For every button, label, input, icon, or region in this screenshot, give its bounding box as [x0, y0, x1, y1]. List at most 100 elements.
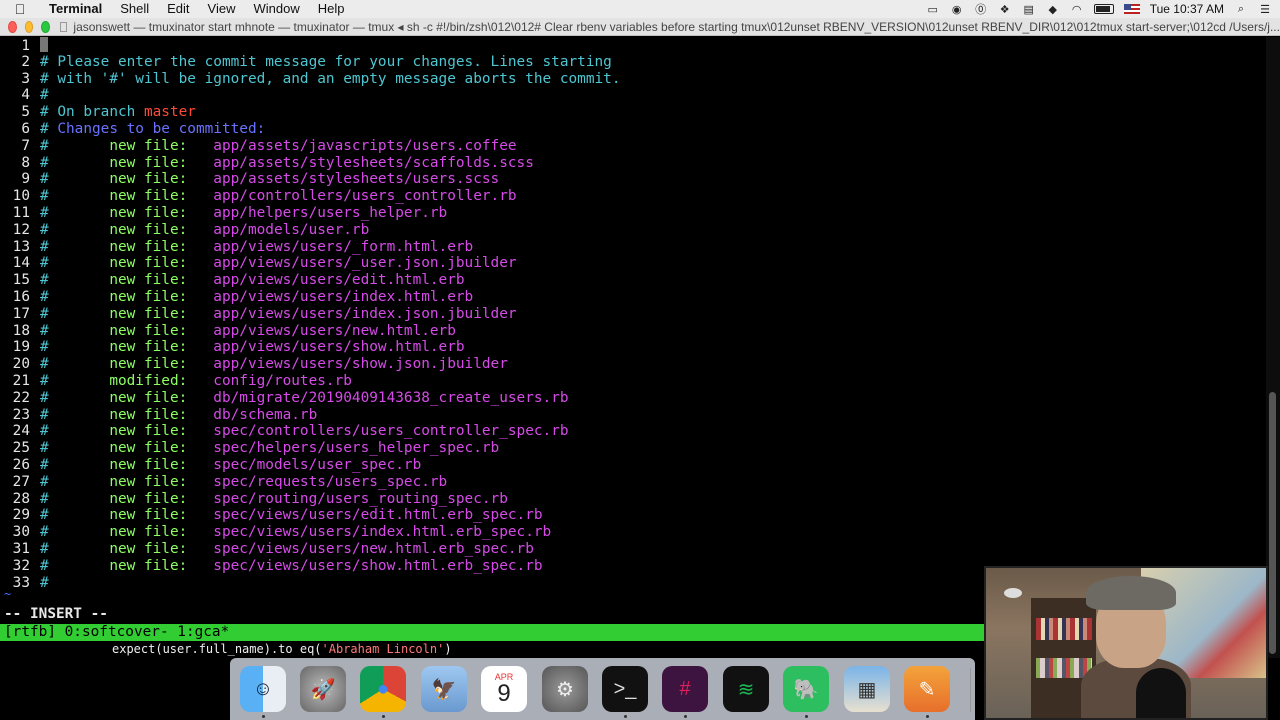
buffer-line[interactable]: 23 # new file: db/schema.rb	[0, 406, 318, 424]
buffer-line[interactable]: 1	[0, 37, 48, 54]
file-path: app/models/user.rb	[213, 221, 370, 238]
comment-marker: #	[40, 70, 49, 87]
calendar-icon[interactable]: APR 9	[481, 666, 527, 712]
onepassword-icon[interactable]: ⓪	[974, 3, 988, 16]
comment-marker: #	[40, 238, 49, 255]
wifi-icon[interactable]: ◠	[1070, 3, 1084, 16]
pages-icon[interactable]: ✎	[904, 666, 950, 712]
dropbox-icon[interactable]: ❖	[998, 3, 1012, 16]
menu-window[interactable]: Window	[245, 0, 309, 18]
buffer-line[interactable]: 5 # On branch master	[0, 104, 196, 121]
comment-marker: #	[40, 406, 49, 423]
apple-menu-icon[interactable]: 	[0, 1, 40, 17]
buffer-line[interactable]: 18 # new file: app/views/users/new.html.e…	[0, 323, 456, 340]
file-path: app/assets/stylesheets/scaffolds.scss	[213, 154, 534, 171]
spotlight-search-icon[interactable]: ⌕	[1234, 3, 1248, 15]
buffer-line[interactable]: 4 #	[0, 87, 48, 104]
notification-center-icon[interactable]: ☰	[1258, 3, 1272, 16]
launchpad-icon[interactable]: 🚀	[300, 666, 346, 712]
file-status: new file:	[48, 490, 214, 507]
buffer-line[interactable]: 11 # new file: app/helpers/users_helper.r…	[0, 205, 448, 222]
file-path: app/controllers/users_controller.rb	[213, 188, 517, 205]
buffer-line[interactable]: 25 # new file: spec/helpers/users_helper_…	[0, 440, 500, 457]
file-path: spec/views/users/show.html.erb_spec.rb	[213, 557, 543, 574]
docker-icon[interactable]: ▤	[1022, 3, 1036, 16]
buffer-line[interactable]: 20 # new file: app/views/users/show.json.…	[0, 356, 508, 373]
system-preferences-icon[interactable]: ⚙	[542, 666, 588, 712]
menu-help[interactable]: Help	[309, 0, 354, 18]
menu-clock[interactable]: Tue 10:37 AM	[1150, 2, 1224, 16]
terminal-scrollbar[interactable]	[1266, 37, 1280, 658]
buffer-line[interactable]: 13 # new file: app/views/users/_form.html…	[0, 238, 474, 256]
window-close-button[interactable]	[8, 20, 17, 33]
menu-shell[interactable]: Shell	[111, 0, 158, 18]
comment-marker: #	[40, 339, 49, 356]
input-source-flag-icon[interactable]	[1123, 4, 1140, 14]
buffer-line[interactable]: 6 # Changes to be committed:	[0, 121, 265, 138]
slack-icon[interactable]: #	[662, 666, 708, 712]
evernote-icon[interactable]: 🐘	[783, 666, 829, 712]
menu-view[interactable]: View	[199, 0, 245, 18]
buffer-line[interactable]: 30 # new file: spec/views/users/index.htm…	[0, 524, 552, 541]
finder-icon[interactable]: ☺	[240, 666, 286, 712]
file-path: spec/views/users/edit.html.erb_spec.rb	[213, 507, 543, 524]
changes-heading: Changes to be committed:	[48, 121, 266, 137]
comment-marker: #	[40, 137, 49, 154]
buffer-line[interactable]: 29 # new file: spec/views/users/edit.html…	[0, 507, 543, 524]
vim-mode-indicator: -- INSERT --	[4, 606, 108, 622]
buffer-line[interactable]: 22 # new file: db/migrate/20190409143638_…	[0, 390, 569, 407]
menu-app-terminal[interactable]: Terminal	[40, 0, 111, 18]
buffer-line[interactable]: 2 # Please enter the commit message for y…	[0, 54, 612, 71]
file-path: spec/controllers/users_controller_spec.r…	[213, 423, 569, 440]
window-maximize-button[interactable]	[41, 20, 51, 33]
buffer-line[interactable]: 12 # new file: app/models/user.rb	[0, 221, 370, 239]
buffer-line[interactable]: 32 # new file: spec/views/users/show.html…	[0, 558, 543, 575]
line-number: 19	[12, 339, 30, 356]
file-status: new file:	[48, 473, 214, 490]
file-path: db/migrate/20190409143638_create_users.r…	[213, 389, 569, 406]
terminal-pane[interactable]: 1 2 # Please enter the commit message for …	[0, 37, 1266, 658]
terminal-icon[interactable]: >_	[602, 666, 648, 712]
buffer-line[interactable]: 19 # new file: app/views/users/show.html.…	[0, 339, 465, 356]
menu-edit[interactable]: Edit	[158, 0, 198, 18]
buffer-line[interactable]: 10 # new file: app/controllers/users_cont…	[0, 188, 517, 205]
buffer-line[interactable]: 14 # new file: app/views/users/_user.json…	[0, 255, 517, 272]
photos-icon[interactable]: ▦	[844, 666, 890, 712]
menu-bar:  Terminal Shell Edit View Window Help ▭…	[0, 0, 1280, 18]
file-path: app/views/users/_user.json.jbuilder	[213, 255, 517, 272]
dock-separator	[970, 668, 971, 712]
line-number: 6	[21, 121, 30, 137]
record-icon[interactable]: ◉	[950, 3, 964, 16]
preview-icon[interactable]: 🦅	[421, 666, 467, 712]
buffer-line[interactable]: 27 # new file: spec/requests/users_spec.r…	[0, 473, 448, 491]
file-status: new file:	[48, 457, 214, 473]
buffer-line[interactable]: 15 # new file: app/views/users/edit.html.…	[0, 272, 465, 289]
buffer-line[interactable]: 24 # new file: spec/controllers/users_con…	[0, 423, 569, 440]
buffer-line[interactable]: 26 # new file: spec/models/user_spec.rb	[0, 457, 422, 474]
buffer-line[interactable]: 8 # new file: app/assets/stylesheets/scaf…	[0, 155, 534, 172]
battery-icon[interactable]	[1093, 4, 1114, 14]
line-number: 22	[12, 389, 30, 406]
comment-marker: #	[40, 389, 49, 406]
buffer-line[interactable]: 3 # with '#' will be ignored, and an empt…	[0, 70, 620, 88]
spotify-icon[interactable]: ≋	[723, 666, 769, 712]
buffer-line[interactable]: 17 # new file: app/views/users/index.json…	[0, 306, 517, 323]
screen-mirroring-icon[interactable]: ▭	[926, 3, 940, 16]
line-number: 5	[21, 104, 30, 121]
buffer-line[interactable]: 9 # new file: app/assets/stylesheets/user…	[0, 171, 499, 188]
tmux-status-text: [rtfb] 0:softcover- 1:gca*	[4, 624, 230, 640]
buffer-line[interactable]: 7 # new file: app/assets/javascripts/user…	[0, 137, 516, 155]
file-status: new file:	[48, 238, 214, 255]
comment-marker: #	[40, 255, 49, 272]
buffer-line[interactable]: 16 # new file: app/views/users/index.html…	[0, 289, 474, 306]
buffer-line[interactable]: 21 # modified: config/routes.rb	[0, 373, 352, 390]
scrollbar-thumb[interactable]	[1269, 392, 1276, 654]
file-status: new file:	[48, 524, 214, 541]
window-minimize-button[interactable]	[24, 20, 34, 33]
comment-marker: #	[40, 272, 49, 289]
buffer-line[interactable]: 28 # new file: spec/routing/users_routing…	[0, 491, 508, 508]
chrome-icon[interactable]: ●	[360, 666, 406, 712]
buffer-line[interactable]: 31 # new file: spec/views/users/new.html.…	[0, 541, 534, 558]
dropbox-alt-icon[interactable]: ◆	[1046, 3, 1060, 16]
file-status: new file:	[48, 188, 214, 205]
